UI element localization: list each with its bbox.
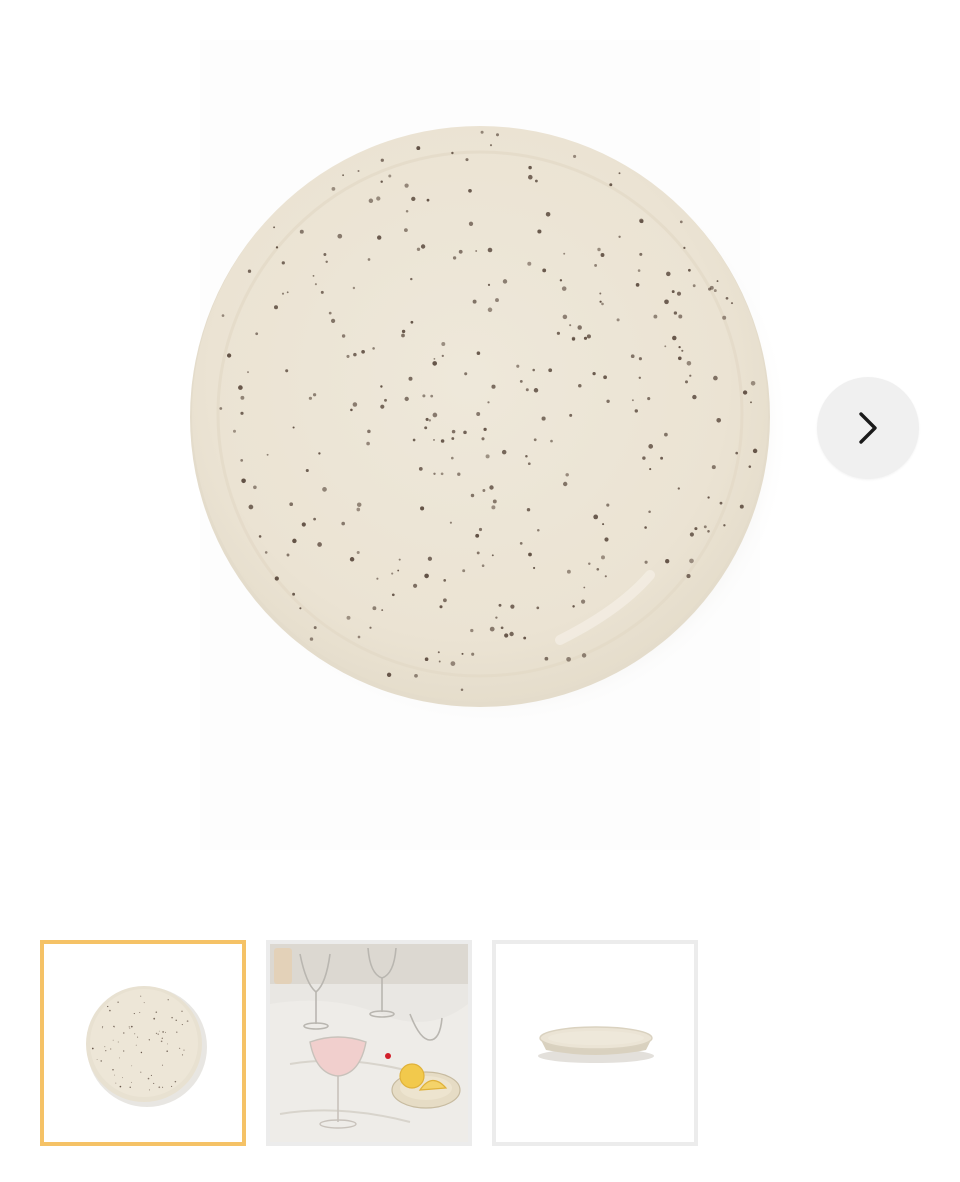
speckled-plate-image [190, 40, 790, 850]
plate-side-view-thumbnail [496, 944, 694, 1142]
thumbnail-table-setting[interactable] [266, 940, 472, 1146]
speckled-plate-thumbnail [44, 944, 242, 1142]
thumbnail-plate-side-view[interactable] [492, 940, 698, 1146]
thumbnail-plate-top-view[interactable] [40, 940, 246, 1146]
thumbnail-strip [0, 940, 960, 1146]
product-image-gallery [0, 0, 960, 1182]
main-image-viewer [0, 0, 960, 910]
next-image-button[interactable] [817, 377, 919, 479]
table-setting-thumbnail [270, 944, 468, 1142]
chevron-right-icon [859, 412, 877, 444]
